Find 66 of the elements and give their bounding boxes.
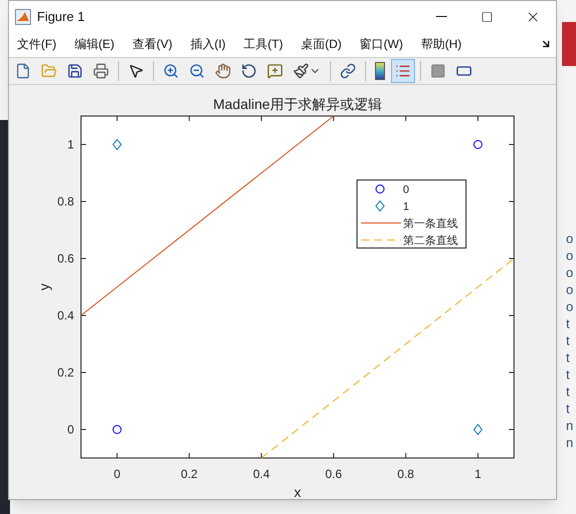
data-cursor-icon <box>267 62 283 79</box>
background-text: o <box>566 264 574 281</box>
print-icon <box>93 62 109 79</box>
menu-item[interactable]: 编辑(E) <box>72 35 116 54</box>
menu-item[interactable]: 文件(F) <box>15 35 58 54</box>
hand-icon <box>215 62 231 79</box>
menu-item[interactable]: 窗口(W) <box>358 35 405 54</box>
circle-marker <box>112 425 122 434</box>
colorbar-icon <box>375 62 385 80</box>
zoom-in-icon <box>163 62 179 79</box>
save-icon <box>67 62 83 79</box>
new-file-icon <box>15 62 31 79</box>
square-icon <box>430 62 446 79</box>
background-text: o <box>566 247 574 264</box>
menu-item[interactable]: 插入(I) <box>188 35 228 54</box>
background-text: n <box>566 434 574 451</box>
background-text: t <box>566 349 571 366</box>
maximize-icon <box>481 10 493 22</box>
menu-item[interactable]: 帮助(H) <box>418 35 464 54</box>
background-text: t <box>566 383 571 400</box>
link-icon <box>340 62 356 79</box>
pointer-icon <box>128 62 144 79</box>
menu-item[interactable]: 查看(V) <box>130 35 174 54</box>
brush-icon <box>293 62 321 79</box>
minimize-icon <box>436 16 446 17</box>
background-text: n <box>566 417 574 434</box>
y-axis-label: y <box>36 284 52 290</box>
circle-marker <box>473 140 482 149</box>
menu-item[interactable]: 工具(T) <box>242 35 285 54</box>
diamond-marker <box>112 138 122 150</box>
x-tick-label: 0.2 <box>180 467 198 481</box>
background-text: o <box>566 298 574 315</box>
y-tick-label: 0.4 <box>57 308 74 322</box>
legend-label: 第一条直线 <box>403 218 458 230</box>
legend-label: 0 <box>403 184 410 196</box>
background-text: t <box>566 400 571 417</box>
legend-line <box>360 222 402 224</box>
background-text: o <box>566 281 574 298</box>
x-axis-label: x <box>294 484 301 499</box>
rotate-icon <box>241 62 257 79</box>
legend-label: 1 <box>403 201 410 213</box>
x-tick-label: 0.8 <box>397 467 414 481</box>
x-tick-label: 0 <box>114 467 120 481</box>
y-tick-label: 0.8 <box>57 194 74 208</box>
circle-marker <box>376 184 384 194</box>
y-tick-label: 1 <box>67 138 74 152</box>
app-logo-icon <box>15 8 31 24</box>
chart-title: Madaline用于求解异或逻辑 <box>213 96 382 112</box>
x-tick-label: 1 <box>474 467 482 481</box>
folder-icon <box>41 62 57 79</box>
diamond-marker <box>473 424 483 436</box>
background-text: t <box>566 315 571 332</box>
x-tick-label: 0.6 <box>325 467 342 481</box>
x-tick-label: 0.4 <box>253 467 270 481</box>
y-tick-label: 0.6 <box>57 252 74 266</box>
background-text: t <box>566 332 571 349</box>
diamond-marker <box>375 200 385 212</box>
y-tick-label: 0.2 <box>57 366 74 380</box>
legend-icon <box>395 62 411 79</box>
zoom-out-icon <box>189 62 205 79</box>
background-text: t <box>566 366 571 383</box>
y-tick-label: 0 <box>67 422 74 436</box>
legend-label: 第二条直线 <box>403 235 458 247</box>
menu-item[interactable]: 桌面(D) <box>298 35 344 54</box>
window-title: Figure 1 <box>37 8 85 26</box>
background-text: o <box>566 230 574 247</box>
